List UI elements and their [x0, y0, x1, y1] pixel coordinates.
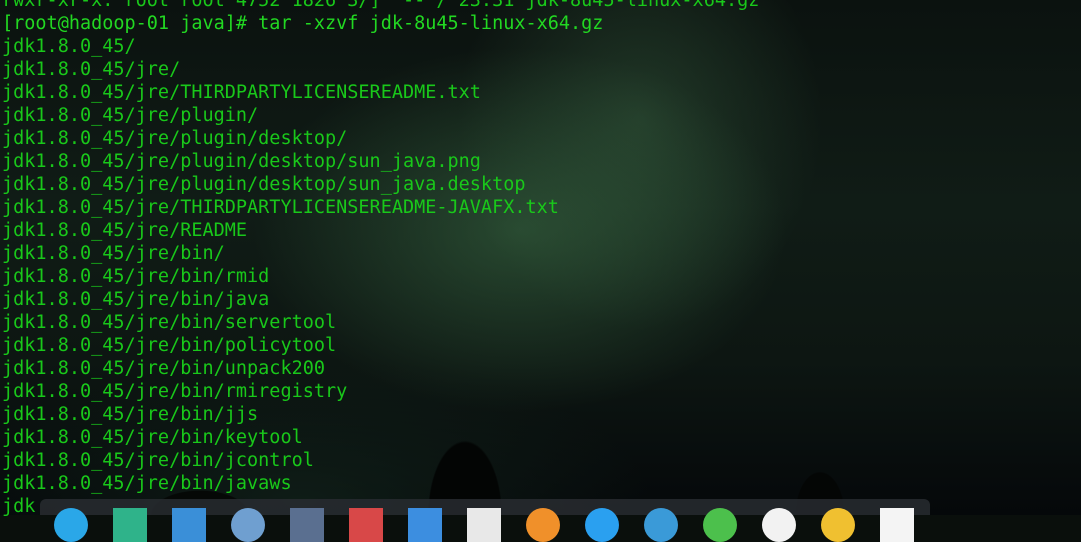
terminal-line: jdk1.8.0_45/jre/bin/jjs	[2, 404, 259, 425]
terminal-line: jdk1.8.0_45/jre/plugin/desktop/sun_java.…	[2, 151, 481, 172]
globe-icon[interactable]	[231, 508, 265, 542]
terminal-line: jdk1.8.0_45/jre/bin/servertool	[2, 312, 337, 333]
terminal-line: jdk1.8.0_45/jre/THIRDPARTYLICENSEREADME.…	[2, 82, 481, 103]
terminal-line: jdk1.8.0_45/jre/bin/java	[2, 289, 270, 310]
presentation-icon[interactable]	[349, 508, 383, 542]
terminal-line: jdk1.8.0_45/jre/bin/keytool	[2, 427, 303, 448]
terminal-line: jdk1.8.0_45/jre/THIRDPARTYLICENSEREADME-…	[2, 197, 559, 218]
terminal-line: jdk1.8.0_45/jre/bin/jcontrol	[2, 450, 314, 471]
files-icon[interactable]	[172, 508, 206, 542]
edge-icon[interactable]	[644, 508, 678, 542]
terminal-line: jdk1.8.0_45/jre/bin/	[2, 243, 225, 264]
dock-bar	[40, 499, 930, 542]
terminal-line: jdk1.8.0_45/jre/bin/policytool	[2, 335, 337, 356]
command-prompt-line: [root@hadoop-01 java]# tar -xzvf jdk-8u4…	[2, 13, 604, 34]
terminal-line: jdk1.8.0_45/jre/	[2, 59, 181, 80]
calendar-icon[interactable]	[290, 508, 324, 542]
notes-icon[interactable]	[880, 508, 914, 542]
terminal-line: rwxr-xr-x. root root 4752 1826 3/] -- / …	[2, 0, 760, 11]
terminal-line: jdk1.8.0_45/jre/bin/rmid	[2, 266, 270, 287]
terminal-output[interactable]: rwxr-xr-x. root root 4752 1826 3/] -- / …	[2, 0, 1081, 518]
orange-app-icon[interactable]	[526, 508, 560, 542]
terminal-line: jdk1.8.0_45/jre/bin/unpack200	[2, 358, 326, 379]
terminal-app-icon[interactable]	[113, 508, 147, 542]
terminal-line: jdk1.8.0_45/jre/bin/javaws	[2, 473, 292, 494]
terminal-line: jdk1.8.0_45/	[2, 36, 136, 57]
green-app-icon[interactable]	[703, 508, 737, 542]
browser-icon[interactable]	[54, 508, 88, 542]
terminal-line: jdk1.8.0_45/jre/plugin/desktop/sun_java.…	[2, 174, 526, 195]
piano-icon[interactable]	[467, 508, 501, 542]
photos-icon[interactable]	[762, 508, 796, 542]
terminal-line: jdk1.8.0_45/jre/README	[2, 220, 248, 241]
terminal-line: jdk1.8.0_45/jre/bin/rmiregistry	[2, 381, 348, 402]
terminal-line: jdk1.8.0_45/jre/plugin/desktop/	[2, 128, 348, 149]
chat-icon[interactable]	[585, 508, 619, 542]
send-icon[interactable]	[408, 508, 442, 542]
yellow-app-icon[interactable]	[821, 508, 855, 542]
terminal-line: jdk1.8.0_45/jre/plugin/	[2, 105, 259, 126]
